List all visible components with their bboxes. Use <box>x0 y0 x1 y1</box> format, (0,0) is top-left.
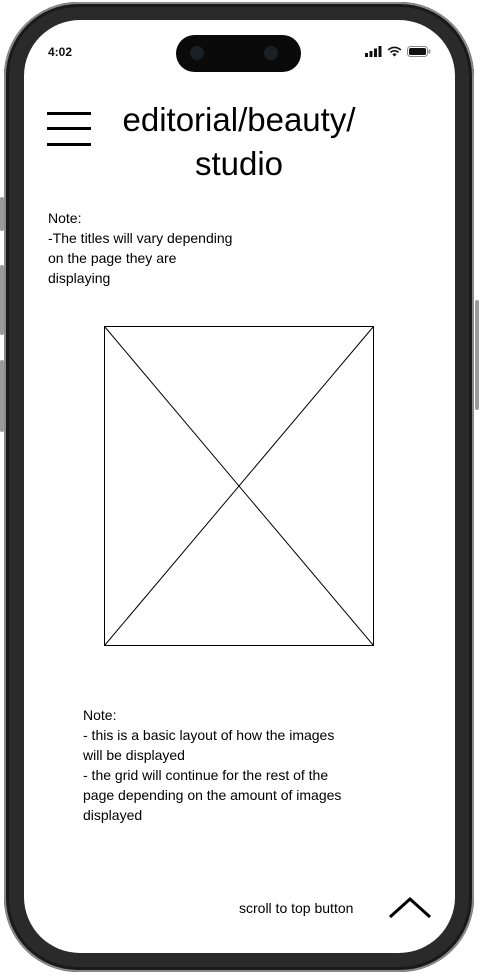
note-line: on the page they are <box>48 250 177 266</box>
signal-icon <box>365 46 382 57</box>
note-line: page depending on the amount of images <box>83 787 342 803</box>
menu-bar <box>47 143 91 146</box>
page-title-line: editorial/beauty/ <box>122 101 356 138</box>
note-line: - this is a basic layout of how the imag… <box>83 727 335 743</box>
page-title: editorial/beauty/ studio <box>104 98 374 186</box>
battery-icon <box>407 46 431 57</box>
phone-action-button <box>0 197 4 231</box>
note-line: displayed <box>83 807 143 823</box>
phone-volume-down-button <box>0 360 4 432</box>
note-line: -The titles will vary depending <box>48 230 233 246</box>
hamburger-menu-icon[interactable] <box>47 112 91 150</box>
note-titles: Note: -The titles will vary depending on… <box>48 208 288 288</box>
image-placeholder-icon[interactable] <box>104 326 374 646</box>
status-time: 4:02 <box>48 45 73 59</box>
scroll-to-top-label: scroll to top button <box>239 900 354 916</box>
phone-power-button <box>475 300 479 410</box>
note-line: will be displayed <box>83 747 185 763</box>
phone-volume-up-button <box>0 265 4 335</box>
note-line: Note: <box>83 707 117 723</box>
sensor-icon <box>264 46 278 60</box>
status-icons <box>365 46 431 57</box>
dynamic-island <box>176 35 301 72</box>
note-line: displaying <box>48 270 111 286</box>
wifi-icon <box>387 46 402 57</box>
camera-icon <box>190 46 204 60</box>
menu-bar <box>47 112 91 115</box>
chevron-up-icon[interactable] <box>388 893 432 923</box>
page-title-line: studio <box>194 145 284 182</box>
note-line: Note: <box>48 210 82 226</box>
phone-screen: 4:02 editorial/beauty/ studio Note: -The… <box>24 20 455 953</box>
note-line: - the grid will continue for the rest of… <box>83 767 329 783</box>
note-grid: Note: - this is a basic layout of how th… <box>83 705 403 825</box>
menu-bar <box>47 127 91 130</box>
